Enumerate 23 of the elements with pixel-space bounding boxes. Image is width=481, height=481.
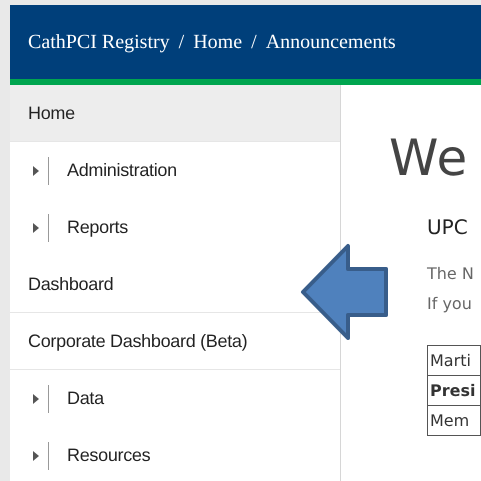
section-heading: UPC xyxy=(427,215,469,239)
page-heading: We xyxy=(389,129,470,187)
paragraph-line: If you xyxy=(427,293,473,315)
breadcrumb-separator: / xyxy=(251,30,257,54)
expand-arrow-icon[interactable] xyxy=(32,222,40,234)
table-cell: Mem xyxy=(428,406,480,436)
breadcrumb-link[interactable]: Announcements xyxy=(266,30,396,54)
expand-arrow-icon[interactable] xyxy=(32,164,40,176)
sidebar-item[interactable]: Administration xyxy=(10,142,340,199)
table-cell: Presi xyxy=(428,376,480,406)
sidebar-item[interactable]: Data xyxy=(10,370,340,427)
sidebar-item[interactable]: Dashboard xyxy=(28,274,114,294)
sidebar-item[interactable]: Corporate Dashboard (Beta) xyxy=(28,330,248,352)
sidebar-item[interactable]: Reports xyxy=(10,199,340,256)
breadcrumb-link[interactable]: Home xyxy=(193,30,242,54)
table-cell: Marti xyxy=(428,346,480,376)
expand-arrow-icon[interactable] xyxy=(32,450,40,462)
expand-arrow-icon[interactable] xyxy=(32,392,40,404)
sidebar-item[interactable]: Resources xyxy=(10,427,340,481)
breadcrumb-separator: / xyxy=(178,30,184,54)
sidebar-item[interactable]: Home xyxy=(10,85,340,142)
paragraph-line: The N xyxy=(427,263,475,285)
site-title[interactable]: CathPCI Registry xyxy=(28,30,170,54)
